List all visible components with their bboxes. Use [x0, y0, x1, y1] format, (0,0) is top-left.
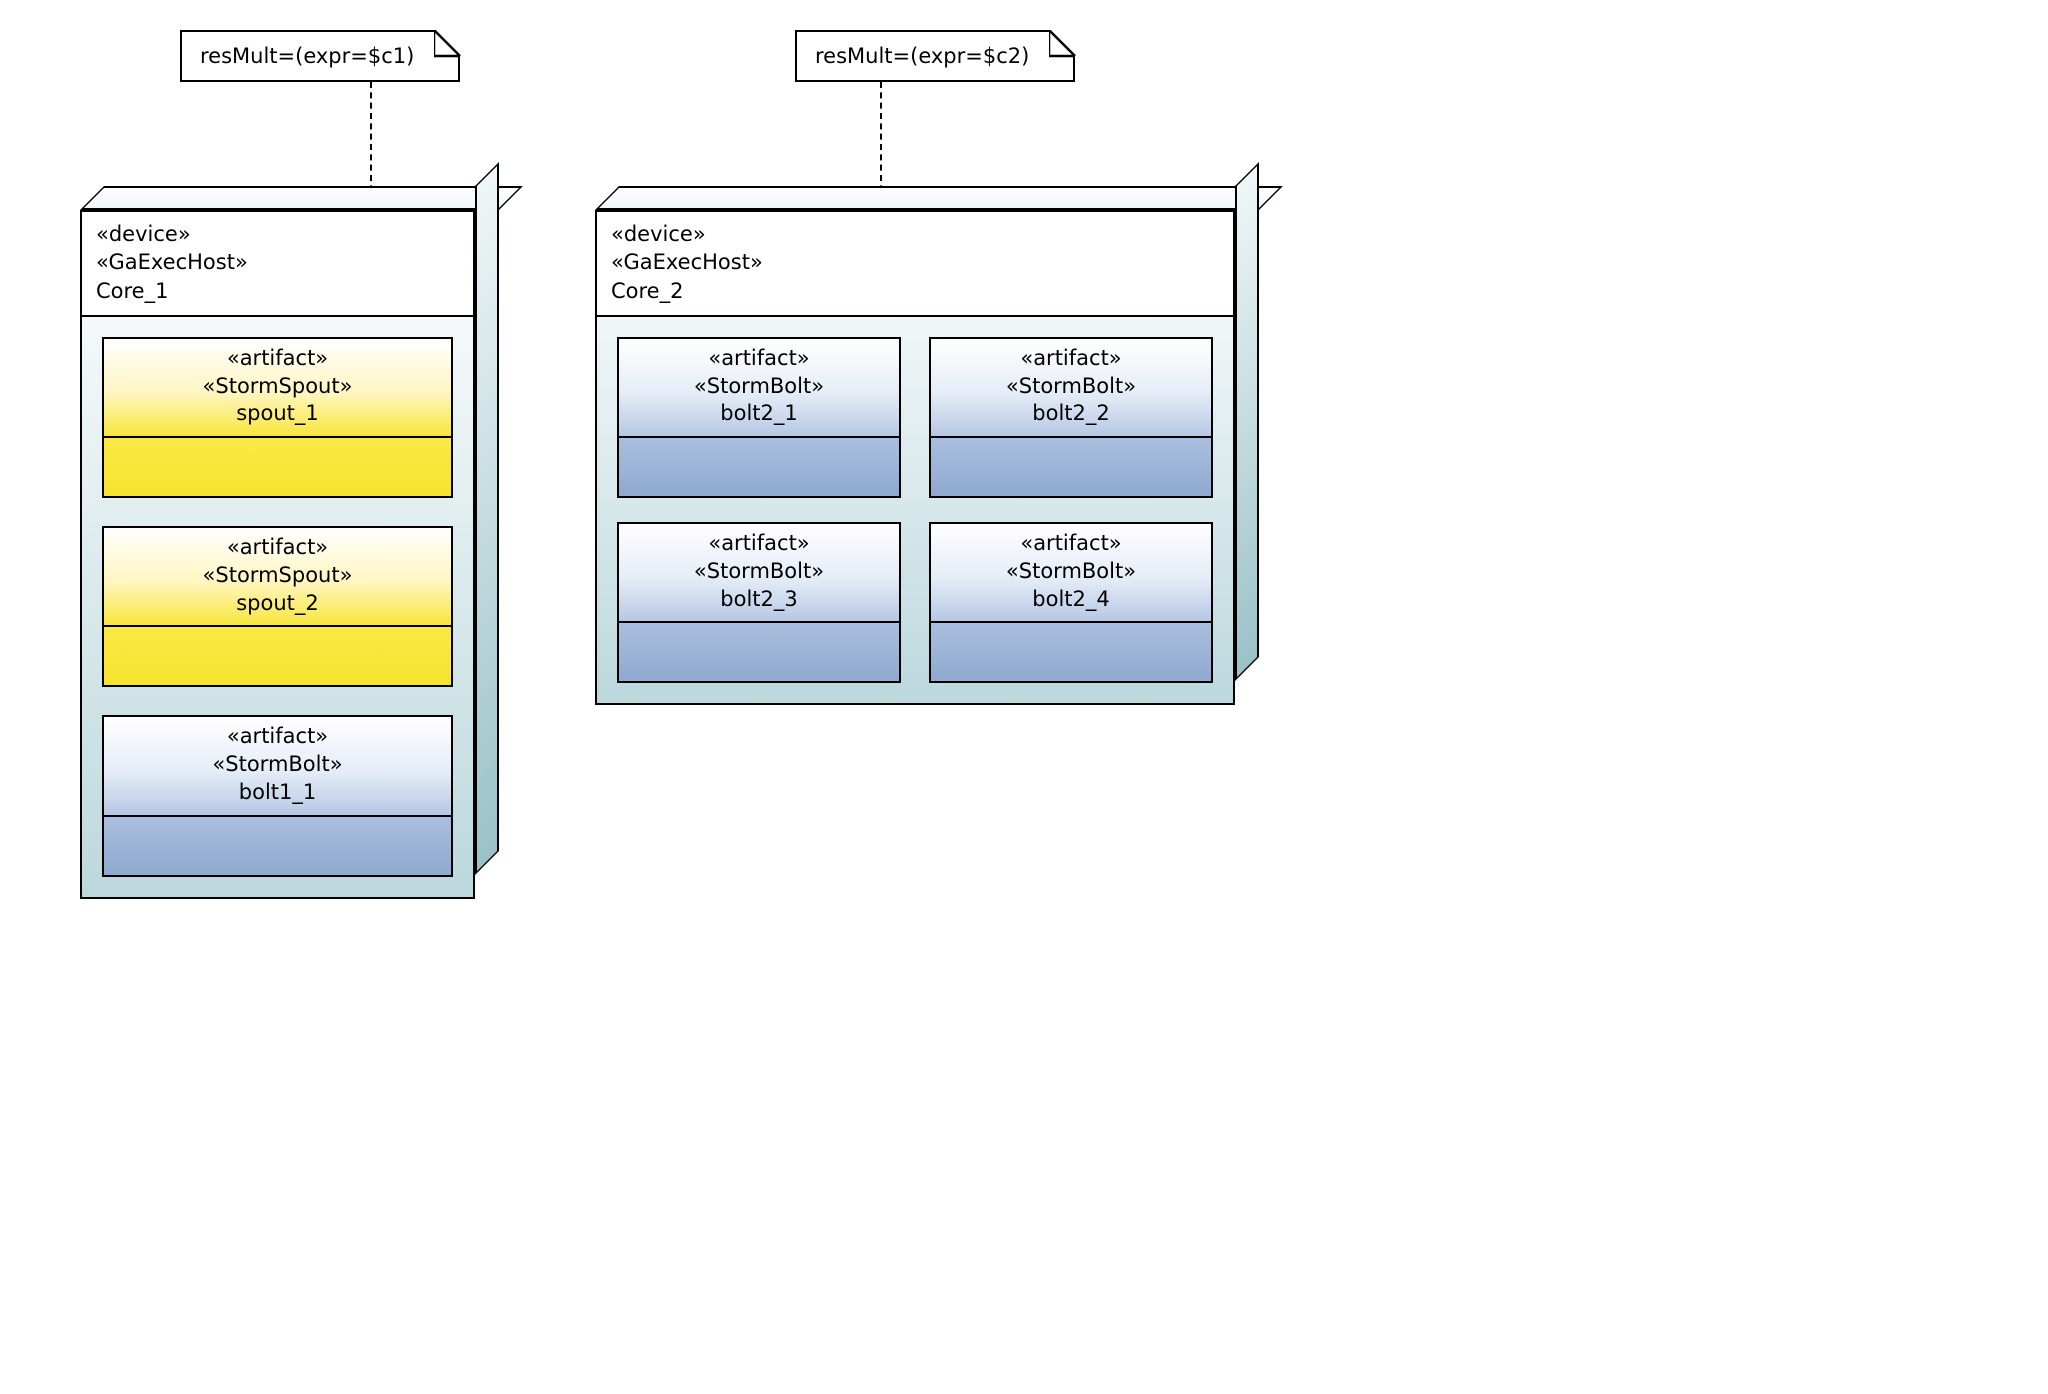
stereotype-device: «device» [96, 220, 459, 248]
device-name: Core_2 [611, 277, 1219, 305]
artifact-name: bolt2_2 [935, 400, 1207, 428]
note-core1: resMult=(expr=$c1) [180, 30, 460, 82]
artifact-bolt2-3: «artifact» «StormBolt» bolt2_3 [617, 522, 901, 683]
artifact-body [104, 627, 451, 685]
stereotype-host: «GaExecHost» [611, 248, 1219, 276]
artifact-name: bolt2_4 [935, 586, 1207, 614]
artifact-bolt2-2: «artifact» «StormBolt» bolt2_2 [929, 337, 1213, 498]
artifact-bolt2-4: «artifact» «StormBolt» bolt2_4 [929, 522, 1213, 683]
stereotype-kind: «StormBolt» [108, 751, 447, 779]
stereotype-kind: «StormBolt» [623, 558, 895, 586]
artifact-body [619, 623, 899, 681]
stereotype-kind: «StormSpout» [108, 373, 447, 401]
stereotype-kind: «StormBolt» [935, 558, 1207, 586]
artifact-bolt2-1: «artifact» «StormBolt» bolt2_1 [617, 337, 901, 498]
artifact-body [931, 623, 1211, 681]
node-3d-side [475, 162, 499, 875]
stereotype-artifact: «artifact» [623, 530, 895, 558]
device-core1: «device» «GaExecHost» Core_1 «artifact» … [80, 210, 475, 899]
note-fold-icon [1049, 30, 1075, 56]
node-3d-top [80, 186, 523, 210]
artifact-name: bolt1_1 [108, 779, 447, 807]
stereotype-artifact: «artifact» [623, 345, 895, 373]
artifact-body [931, 438, 1211, 496]
artifact-body [619, 438, 899, 496]
node-3d-top [595, 186, 1283, 210]
device-body: «artifact» «StormBolt» bolt2_1 «artifact… [597, 317, 1233, 703]
artifact-name: spout_1 [108, 400, 447, 428]
artifact-body [104, 438, 451, 496]
artifact-name: spout_2 [108, 590, 447, 618]
stereotype-artifact: «artifact» [108, 534, 447, 562]
stereotype-artifact: «artifact» [108, 723, 447, 751]
stereotype-host: «GaExecHost» [96, 248, 459, 276]
stereotype-artifact: «artifact» [935, 530, 1207, 558]
artifact-bolt1-1: «artifact» «StormBolt» bolt1_1 [102, 715, 453, 876]
note-fold-icon [434, 30, 460, 56]
device-header: «device» «GaExecHost» Core_2 [597, 212, 1233, 317]
stereotype-artifact: «artifact» [935, 345, 1207, 373]
artifact-name: bolt2_1 [623, 400, 895, 428]
note-text: resMult=(expr=$c1) [200, 44, 414, 68]
device-name: Core_1 [96, 277, 459, 305]
uml-deployment-diagram: resMult=(expr=$c1) resMult=(expr=$c2) «d… [50, 20, 1998, 1374]
note-text: resMult=(expr=$c2) [815, 44, 1029, 68]
artifact-spout2: «artifact» «StormSpout» spout_2 [102, 526, 453, 687]
stereotype-kind: «StormBolt» [623, 373, 895, 401]
artifact-spout1: «artifact» «StormSpout» spout_1 [102, 337, 453, 498]
stereotype-device: «device» [611, 220, 1219, 248]
device-body: «artifact» «StormSpout» spout_1 «artifac… [82, 317, 473, 896]
device-core2: «device» «GaExecHost» Core_2 «artifact» … [595, 210, 1235, 705]
node-3d-side [1235, 162, 1259, 681]
artifact-name: bolt2_3 [623, 586, 895, 614]
note-core2: resMult=(expr=$c2) [795, 30, 1075, 82]
device-header: «device» «GaExecHost» Core_1 [82, 212, 473, 317]
stereotype-artifact: «artifact» [108, 345, 447, 373]
stereotype-kind: «StormSpout» [108, 562, 447, 590]
artifact-body [104, 817, 451, 875]
stereotype-kind: «StormBolt» [935, 373, 1207, 401]
